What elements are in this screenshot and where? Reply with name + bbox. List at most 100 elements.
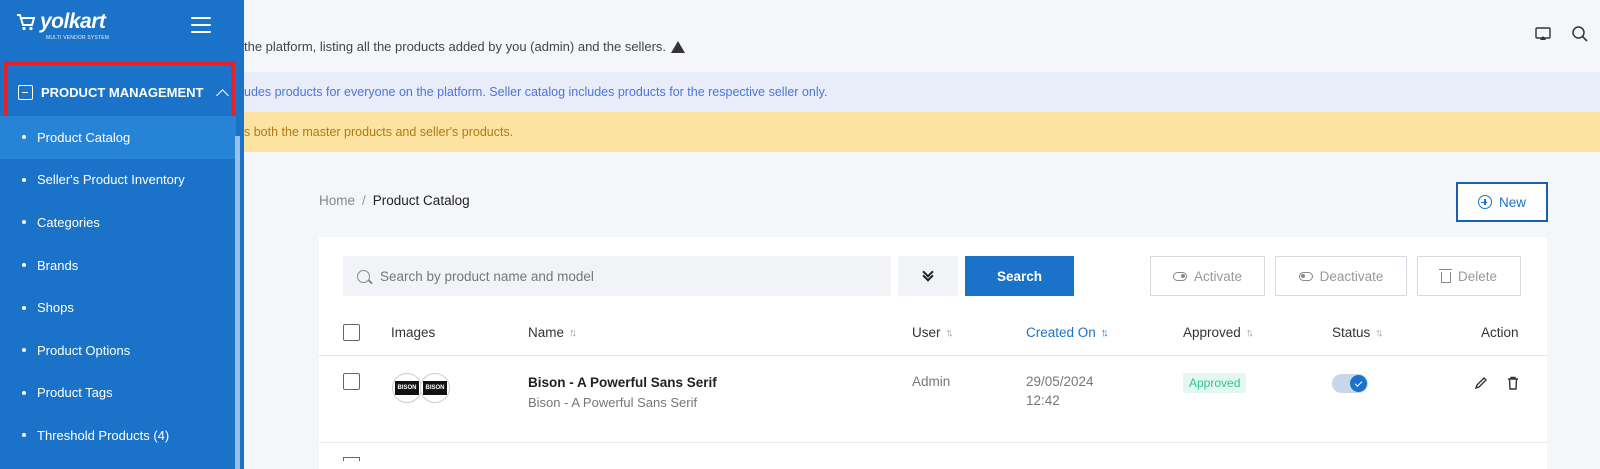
search-button[interactable]: Search: [965, 256, 1074, 296]
cast-icon[interactable]: [1534, 25, 1552, 43]
table-header: Images Name ↑↓ User ↑↓ Created On ↑↓ App…: [319, 310, 1547, 356]
created-time: 12:42: [1026, 393, 1060, 408]
sidebar-item-label: Threshold Products (4): [37, 427, 170, 443]
status-toggle[interactable]: [1332, 374, 1368, 393]
toggle-off-icon: [1298, 271, 1313, 281]
trash-icon: [1438, 268, 1452, 283]
product-subtitle: Bison - A Powerful Sans Serif: [528, 395, 698, 410]
sidebar-item-shops[interactable]: Shops: [0, 286, 236, 329]
product-user: Admin: [912, 374, 951, 389]
bullet-icon: [22, 305, 26, 310]
column-label: Images: [391, 325, 436, 340]
check-icon: [1350, 375, 1367, 392]
sort-icon: ↑↓: [1375, 326, 1383, 339]
sidebar-item-label: Brands: [37, 257, 79, 273]
trash-icon[interactable]: [1505, 375, 1521, 391]
breadcrumb-current: Product Catalog: [372, 193, 470, 208]
edit-icon[interactable]: [1473, 375, 1489, 391]
warning-icon[interactable]: [671, 40, 686, 53]
cart-logo-icon: [17, 14, 36, 31]
delete-label: Delete: [1457, 268, 1498, 284]
deactivate-label: Deactivate: [1319, 268, 1384, 284]
product-thumbnail[interactable]: BISON: [392, 373, 422, 403]
product-table-card: Search Activate Deactivate Delete Images…: [319, 237, 1547, 469]
bullet-icon: [22, 135, 26, 140]
top-bar: the platform, listing all the products a…: [244, 0, 1600, 72]
column-approved[interactable]: Approved ↑↓: [1183, 325, 1254, 340]
column-images: Images: [391, 325, 435, 340]
sort-icon: ↑↓: [945, 326, 954, 339]
search-icon[interactable]: [1571, 25, 1589, 43]
sidebar-item-product-options[interactable]: Product Options: [0, 329, 236, 372]
brand-name: yolkart: [40, 10, 106, 33]
column-label: Status: [1332, 325, 1371, 340]
sort-icon: ↑↓: [1100, 326, 1109, 339]
product-thumbnail[interactable]: BISON: [420, 373, 450, 403]
column-action: Action: [1481, 325, 1519, 340]
row-checkbox[interactable]: [343, 457, 360, 461]
bullet-icon: [22, 348, 26, 353]
plus-circle-icon: [1477, 195, 1492, 209]
sidebar-item-label: Product Tags: [37, 385, 113, 401]
column-name[interactable]: Name ↑↓: [528, 325, 577, 340]
info-banner: udes products for everyone on the platfo…: [244, 72, 1600, 112]
sidebar-item-product-catalog[interactable]: Product Catalog: [0, 116, 236, 159]
select-all-checkbox[interactable]: [343, 324, 360, 341]
search-field[interactable]: [343, 256, 891, 296]
sidebar-nav: Product Catalog Seller's Product Invento…: [0, 116, 236, 457]
sidebar-item-product-tags[interactable]: Product Tags: [0, 372, 236, 415]
sidebar-item-brands[interactable]: Brands: [0, 244, 236, 287]
breadcrumb-home[interactable]: Home: [319, 193, 355, 208]
column-user[interactable]: User ↑↓: [912, 325, 954, 340]
bullet-icon: [22, 263, 26, 268]
section-label: PRODUCT MANAGEMENT: [41, 85, 204, 100]
menu-toggle-icon[interactable]: [191, 17, 211, 33]
column-label: User: [912, 325, 941, 340]
created-date: 29/05/2024: [1026, 374, 1094, 389]
deactivate-button[interactable]: Deactivate: [1275, 256, 1407, 296]
sidebar-item-label: Seller's Product Inventory: [37, 172, 185, 188]
sidebar-item-threshold-products[interactable]: Threshold Products (4): [0, 414, 236, 457]
column-label: Created On: [1026, 325, 1096, 340]
sidebar-item-categories[interactable]: Categories: [0, 201, 236, 244]
sidebar-item-label: Product Options: [37, 342, 131, 358]
sidebar-item-label: Shops: [37, 300, 74, 316]
brand-logo[interactable]: yolkart MULTI VENDOR SYSTEM: [16, 10, 109, 41]
sidebar-scrollbar[interactable]: [235, 136, 240, 469]
sidebar-item-sellers-product-inventory[interactable]: Seller's Product Inventory: [0, 159, 236, 202]
column-label: Action: [1481, 325, 1519, 340]
sidebar: yolkart MULTI VENDOR SYSTEM PRODUCT MANA…: [0, 0, 244, 469]
row-checkbox[interactable]: [343, 373, 360, 390]
bullet-icon: [22, 220, 26, 225]
new-button[interactable]: New: [1456, 182, 1548, 222]
product-management-section[interactable]: PRODUCT MANAGEMENT: [18, 85, 229, 102]
toggle-on-icon: [1172, 271, 1187, 281]
thumbnail-label: BISON: [395, 381, 419, 395]
table-row: BISON BISON Bison - A Powerful Sans Seri…: [319, 357, 1547, 443]
page-description-text: the platform, listing all the products a…: [244, 39, 667, 54]
bullet-icon: [22, 390, 26, 395]
search-input[interactable]: [380, 268, 860, 284]
sort-icon: ↑↓: [569, 326, 577, 339]
new-button-label: New: [1498, 194, 1526, 210]
bullet-icon: [22, 177, 26, 182]
approved-badge: Approved: [1183, 373, 1247, 393]
delete-button[interactable]: Delete: [1417, 256, 1521, 296]
advanced-filter-button[interactable]: [898, 256, 958, 296]
activate-label: Activate: [1193, 268, 1243, 284]
search-icon: [357, 269, 370, 283]
column-label: Name: [528, 325, 565, 340]
breadcrumb: Home / Product Catalog: [319, 193, 470, 208]
column-status[interactable]: Status ↑↓: [1332, 325, 1383, 340]
chevron-up-icon: [215, 88, 229, 102]
sidebar-item-label: Categories: [37, 214, 100, 230]
warning-banner: s both the master products and seller's …: [244, 112, 1600, 152]
brand-tagline: MULTI VENDOR SYSTEM: [46, 35, 110, 41]
thumbnail-label: BISON: [423, 381, 447, 395]
activate-button[interactable]: Activate: [1150, 256, 1265, 296]
product-name[interactable]: Bison - A Powerful Sans Serif: [528, 375, 717, 390]
page-description: the platform, listing all the products a…: [244, 39, 686, 54]
sort-icon: ↑↓: [1245, 326, 1254, 339]
column-created-on[interactable]: Created On ↑↓: [1026, 325, 1109, 340]
breadcrumb-separator: /: [362, 193, 366, 208]
